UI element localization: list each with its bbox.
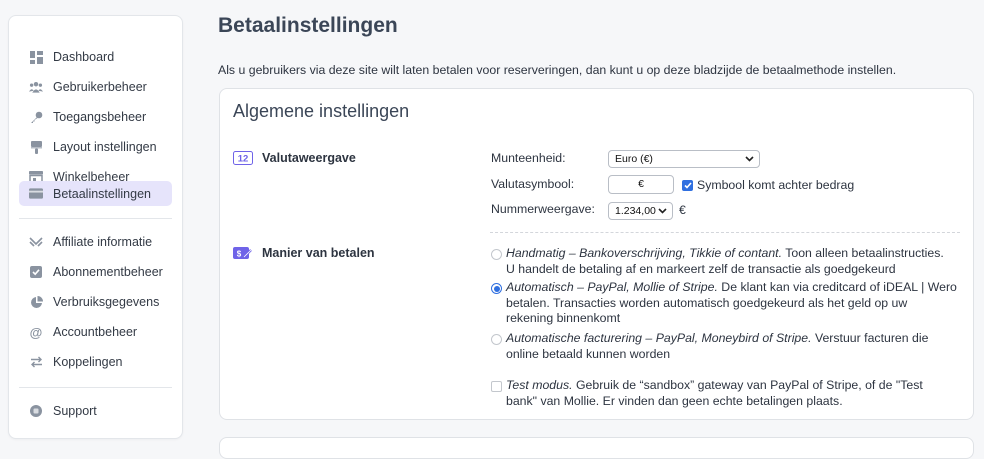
radio-automatic[interactable] (491, 283, 502, 294)
option-automatic-desc: De klant kan via creditcard of iDEAL | W… (717, 280, 957, 294)
test-mode-desc: bank" van Mollie. Er vinden dan geen ech… (506, 393, 843, 408)
test-mode-title: Test modus. (506, 378, 573, 392)
option-automatic: Automatisch – PayPal, Mollie of Stripe. … (506, 280, 966, 327)
chevron-down-icon (658, 206, 667, 219)
section-divider (490, 232, 960, 233)
sidebar-item-label: Support (53, 404, 97, 418)
payment-section-label: $ Manier van betalen (233, 246, 375, 260)
number-format-value: 1.234,00 (615, 205, 656, 217)
sidebar-item-abonnementbeheer[interactable]: Abonnementbeheer (19, 260, 172, 284)
test-mode-desc: Gebruik de “sandbox” gateway van PayPal … (572, 378, 923, 392)
symbol-input[interactable]: € (608, 175, 674, 194)
subscription-icon (29, 265, 43, 279)
radio-manual[interactable] (491, 249, 502, 260)
option-manual-title: Handmatig – Bankoverschrijving, Tikkie o… (506, 246, 783, 260)
sidebar-item-label: Betaalinstellingen (53, 186, 151, 201)
sidebar-item-label: Affiliate informatie (53, 235, 153, 249)
number-format-select[interactable]: 1.234,00 (608, 202, 673, 220)
support-icon (29, 404, 43, 418)
pie-chart-icon (29, 295, 43, 309)
option-manual: Handmatig – Bankoverschrijving, Tikkie o… (506, 246, 966, 277)
affiliate-icon (29, 235, 43, 249)
sidebar-item-dashboard[interactable]: Dashboard (19, 45, 172, 69)
currency-select-value: Euro (€) (615, 153, 653, 165)
test-mode-checkbox[interactable] (491, 381, 502, 392)
sidebar: Dashboard Gebruikerbeheer Toegangsbeheer… (8, 15, 183, 439)
sidebar-item-label: Verbruiksgegevens (53, 295, 160, 309)
brush-icon (29, 140, 43, 154)
arrows-icon (29, 355, 43, 369)
page-intro: Als u gebruikers via deze site wilt late… (218, 63, 897, 77)
currency-label: Munteenheid: (491, 151, 566, 165)
option-automatic-desc: rekening binnenkomt (506, 311, 621, 325)
currency-section-label: 12 Valutaweergave (233, 151, 356, 165)
dashboard-icon (29, 50, 43, 64)
option-invoicing-title: Automatische facturering – PayPal, Money… (506, 331, 812, 345)
sidebar-item-layout-instellingen[interactable]: Layout instellingen (19, 135, 172, 159)
payment-method-icon: $ (233, 246, 253, 260)
sidebar-item-label: Toegangsbeheer (53, 110, 147, 124)
number-badge-icon: 12 (233, 151, 253, 165)
test-mode-option: Test modus. Gebruik de “sandbox” gateway… (506, 378, 966, 409)
payment-section-title: Manier van betalen (262, 246, 375, 260)
chevron-down-icon (745, 154, 754, 167)
sidebar-item-affiliate-informatie[interactable]: Affiliate informatie (19, 230, 172, 254)
key-icon (29, 110, 43, 124)
sidebar-item-label: Layout instellingen (53, 140, 157, 154)
symbol-label: Valutasymbool: (491, 177, 575, 191)
option-invoicing-desc: Verstuur facturen die (811, 331, 929, 345)
sidebar-item-label: Koppelingen (53, 355, 123, 369)
symbol-after-label: Symbool komt achter bedrag (697, 178, 855, 192)
number-format-label: Nummerweergave: (491, 202, 595, 216)
sidebar-item-betaalinstellingen[interactable]: Betaalinstellingen (19, 181, 172, 206)
general-settings-card: Algemene instellingen 12 Valutaweergave … (219, 88, 974, 420)
sidebar-item-gebruikerbeheer[interactable]: Gebruikerbeheer (19, 75, 172, 99)
sidebar-item-support[interactable]: Support (19, 399, 172, 423)
sidebar-item-toegangsbeheer[interactable]: Toegangsbeheer (19, 105, 172, 129)
number-format-suffix: € (679, 203, 686, 217)
sidebar-item-koppelingen[interactable]: Koppelingen (19, 350, 172, 374)
option-automatic-title: Automatisch – PayPal, Mollie of Stripe. (506, 280, 718, 294)
sidebar-divider (19, 218, 172, 219)
sidebar-item-label: Abonnementbeheer (53, 265, 163, 279)
sidebar-item-verbruiksgegevens[interactable]: Verbruiksgegevens (19, 290, 172, 314)
currency-section-title: Valutaweergave (262, 151, 356, 165)
sidebar-item-accountbeheer[interactable]: @ Accountbeheer (19, 320, 172, 344)
users-icon (29, 80, 43, 94)
card-title: Algemene instellingen (233, 101, 410, 121)
svg-text:$: $ (237, 250, 242, 259)
option-manual-desc: U handelt de betaling af en markeert zel… (506, 261, 896, 276)
sidebar-item-label: Dashboard (53, 50, 115, 64)
option-invoicing: Automatische facturering – PayPal, Money… (506, 331, 966, 362)
next-card (219, 437, 974, 459)
option-invoicing-desc: online betaald kunnen worden (506, 346, 671, 361)
page-title: Betaalinstellingen (218, 14, 398, 37)
at-icon: @ (29, 324, 43, 340)
currency-badge-text: 12 (238, 154, 249, 165)
option-manual-desc: Toon alleen betaalinstructies. (782, 246, 944, 260)
sidebar-item-label: Gebruikerbeheer (53, 80, 147, 94)
credit-card-icon (29, 187, 43, 201)
sidebar-divider (19, 387, 172, 388)
option-automatic-desc: betalen. Transacties worden automatisch … (506, 295, 908, 310)
currency-select[interactable]: Euro (€) (608, 150, 760, 168)
sidebar-item-label: Accountbeheer (53, 325, 138, 339)
symbol-after-checkbox[interactable] (682, 180, 693, 191)
radio-invoicing[interactable] (491, 334, 502, 345)
